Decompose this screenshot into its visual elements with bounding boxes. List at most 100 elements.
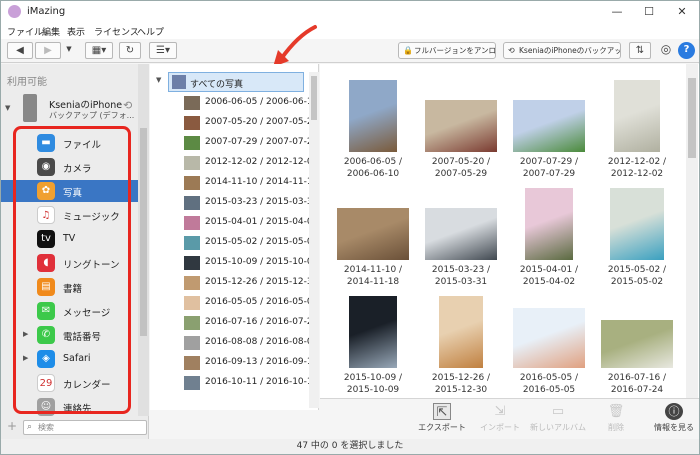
photo-group-tile[interactable]: 2014-11-10 / 2014-11-18 [328, 186, 418, 298]
tree-item[interactable]: 2012-12-02 / 2012-12-02 [184, 153, 319, 173]
photo-group-tile[interactable]: 2015-10-09 / 2015-10-09 [328, 294, 418, 406]
tree-item[interactable]: 2016-08-08 / 2016-08-08 [184, 333, 319, 353]
chevron-down-icon[interactable]: ▼ [156, 76, 161, 84]
tree-item[interactable]: 2006-06-05 / 2006-06-10 [184, 93, 319, 113]
photo-group-tile[interactable]: 2016-07-16 / 2016-07-24 [592, 294, 682, 406]
photo-thumbnail [184, 216, 200, 230]
photo-group-tile[interactable]: 2015-04-01 / 2015-04-02 [504, 186, 594, 298]
photo-thumbnail[interactable] [513, 308, 585, 368]
export-button[interactable]: ⇱ エクスポート [412, 403, 472, 437]
add-icon[interactable]: + [7, 419, 17, 433]
tree-item[interactable]: 2007-07-29 / 2007-07-29 [184, 133, 319, 153]
tree-item-label: 2016-07-16 / 2016-07-24 [205, 317, 319, 327]
unlock-button[interactable]: 🔒 フルバージョンをアンロック [398, 42, 496, 59]
available-label: 利用可能 [7, 77, 47, 88]
back-button[interactable]: ◀ [7, 42, 33, 59]
photo-group-tile[interactable]: 2015-03-23 / 2015-03-31 [416, 186, 506, 298]
photo-thumbnail[interactable] [439, 296, 483, 368]
wifi-button[interactable]: ◎ [657, 42, 675, 59]
search-input[interactable]: ⌕ 検索 [23, 420, 147, 435]
menu-view[interactable]: 表示 [67, 25, 85, 38]
tree-item[interactable]: 2016-07-16 / 2016-07-24 [184, 313, 319, 333]
tree-item[interactable]: 2016-10-11 / 2016-10-11 [184, 373, 319, 393]
photo-thumbnail[interactable] [349, 296, 397, 368]
photo-thumbnail[interactable] [614, 80, 660, 152]
transfer-button[interactable]: ⇅ [629, 42, 651, 59]
menu-help[interactable]: ヘルプ [137, 25, 164, 38]
back-arrow-icon: ◀ [16, 45, 24, 56]
list-sort-icon: ☰▾ [156, 45, 170, 56]
photo-thumbnail [184, 176, 200, 190]
photo-thumbnail[interactable] [349, 80, 397, 152]
tree-item-label: 2007-07-29 / 2007-07-29 [205, 137, 319, 147]
tree-item[interactable]: 2015-10-09 / 2015-10-09 [184, 253, 319, 273]
photo-group-tile[interactable]: 2016-05-05 / 2016-05-05 [504, 294, 594, 406]
photo-thumbnail[interactable] [425, 100, 497, 152]
sort-button[interactable]: ☰▾ [149, 42, 177, 59]
refresh-icon[interactable]: ⟲ [123, 99, 132, 112]
tree-item[interactable]: 2015-03-23 / 2015-03-31 [184, 193, 319, 213]
photo-thumbnail [184, 276, 200, 290]
photo-thumbnail[interactable] [601, 320, 673, 368]
tree-item[interactable]: 2015-12-26 / 2015-12-30 [184, 273, 319, 293]
tree-item[interactable]: 2015-05-02 / 2015-05-02 [184, 233, 319, 253]
tree-item-all-photos[interactable]: すべての写真 [168, 72, 304, 92]
action-label: エクスポート [418, 423, 466, 432]
forward-button[interactable]: ▶ [35, 42, 61, 59]
scrollbar-thumb[interactable] [688, 78, 696, 158]
tree-item[interactable]: 2007-05-20 / 2007-05-29 [184, 113, 319, 133]
tree-item-label: 2015-04-01 / 2015-04-02 [205, 217, 319, 227]
up-down-arrows-icon: ⇅ [635, 45, 645, 56]
help-button[interactable]: ? [678, 42, 695, 59]
tree-item-label: 2016-10-11 / 2016-10-11 [205, 377, 319, 387]
photo-thumbnail [184, 236, 200, 250]
view-mode-button[interactable]: ▦▾ [85, 42, 113, 59]
photo-group-tile[interactable]: 2015-12-26 / 2015-12-30 [416, 294, 506, 406]
grid-scrollbar[interactable] [686, 64, 698, 398]
menu-file[interactable]: ファイル [7, 25, 43, 38]
search-icon: ⌕ [27, 422, 33, 432]
photo-thumbnail [184, 336, 200, 350]
close-button[interactable]: ✕ [667, 3, 697, 21]
tree-item[interactable]: 2016-09-13 / 2016-09-13 [184, 353, 319, 373]
refresh-button[interactable]: ↻ [119, 42, 141, 59]
photo-group-tile[interactable]: 2007-07-29 / 2007-07-29 [504, 78, 594, 190]
tree-item[interactable]: 2015-04-01 / 2015-04-02 [184, 213, 319, 233]
photo-thumbnail[interactable] [337, 208, 409, 260]
tree-item[interactable]: 2014-11-10 / 2014-11-18 [184, 173, 319, 193]
menu-license[interactable]: ライセンス [94, 25, 139, 38]
photo-group-tile[interactable]: 2015-05-02 / 2015-05-02 [592, 186, 682, 298]
sidebar-scrollbar[interactable] [138, 64, 149, 416]
import-button[interactable]: ⇲ インポート [470, 403, 530, 437]
history-dropdown[interactable]: ▼ [63, 42, 75, 59]
photo-group-tile[interactable]: 2012-12-02 / 2012-12-02 [592, 78, 682, 190]
refresh-icon: ↻ [125, 45, 135, 56]
chevron-down-icon[interactable]: ▼ [5, 104, 10, 112]
tree-scrollbar[interactable] [309, 72, 319, 408]
scrollbar-thumb[interactable] [311, 76, 317, 120]
album-tree: ▼ すべての写真 2006-06-05 / 2006-06-10 2007-05-… [150, 64, 319, 410]
minimize-button[interactable]: — [602, 3, 632, 21]
backup-label: KseniaのiPhoneのバックアップ [519, 46, 621, 55]
device-name: KseniaのiPhone [49, 100, 123, 111]
tree-item[interactable]: 2016-05-05 / 2016-05-05 [184, 293, 319, 313]
info-button[interactable]: ⓘ 情報を見る [644, 403, 700, 437]
photo-thumbnail[interactable] [610, 188, 664, 260]
delete-button[interactable]: 🗑 削除 [586, 403, 646, 437]
tree-item-label: すべての写真 [190, 80, 244, 90]
scrollbar-thumb[interactable] [140, 128, 147, 336]
photo-thumbnail[interactable] [425, 208, 497, 260]
maximize-button[interactable]: ☐ [634, 3, 664, 21]
photo-thumbnail [184, 116, 200, 130]
new-album-button[interactable]: ▭ 新しいアルバム [528, 403, 588, 437]
photo-thumbnail[interactable] [513, 100, 585, 152]
backup-button[interactable]: ⟲ KseniaのiPhoneのバックアップ [503, 42, 621, 59]
action-toolbar: ⇱ エクスポート ⇲ インポート ▭ 新しいアルバム 🗑 削除 ⓘ 情報を見る [320, 398, 699, 439]
photo-thumbnail[interactable] [525, 188, 573, 260]
photo-group-tile[interactable]: 2006-06-05 / 2006-06-10 [328, 78, 418, 190]
backup-icon: ⟲ [508, 46, 515, 55]
device-item[interactable]: ▼ KseniaのiPhone バックアップ (デフォ... ⟲ [1, 92, 149, 126]
tree-item-label: 2007-05-20 / 2007-05-29 [205, 117, 319, 127]
menu-edit[interactable]: 編集 [42, 25, 60, 38]
photo-group-tile[interactable]: 2007-05-20 / 2007-05-29 [416, 78, 506, 190]
